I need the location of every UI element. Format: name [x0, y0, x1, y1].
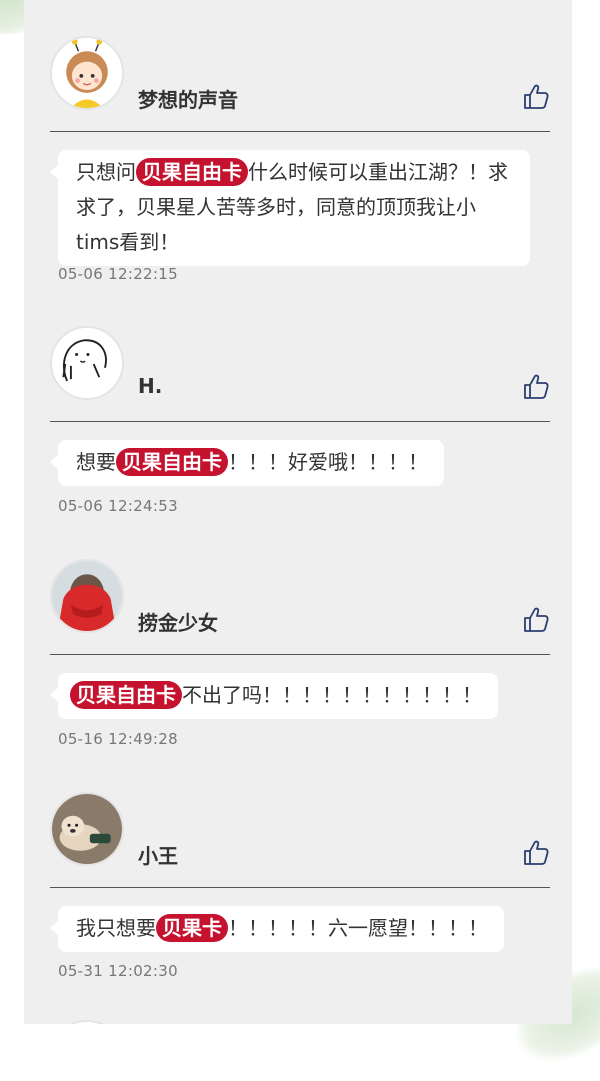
comment-bubble: 想要 贝果自由卡 ！！！好爱哦！！！！	[50, 440, 444, 486]
comment-timestamp: 05-06 12:22:15	[58, 265, 178, 283]
highlight-tag: 贝果自由卡	[116, 448, 228, 476]
username: 捞金少女	[138, 611, 218, 635]
divider	[50, 654, 550, 655]
username: 小王	[138, 844, 178, 868]
cartoon-girl-avatar[interactable]	[50, 36, 124, 110]
comment-item: 梦想的声音 只想问 贝果自由卡 什么时候可以重出江湖？！求求了，贝果星人苦等多时，同…	[24, 0, 572, 283]
comment-bubble: 只想问 贝果自由卡 什么时候可以重出江湖？！求求了，贝果星人苦等多时，同意的顶顶我让…	[50, 150, 530, 266]
highlight-tag: 贝果自由卡	[70, 681, 182, 709]
next-comment-avatar[interactable]	[50, 1020, 124, 1024]
highlight-tag: 贝果卡	[156, 914, 228, 942]
comment-text-before: 想要	[76, 450, 116, 474]
comment-timestamp: 05-16 12:49:28	[58, 730, 178, 748]
comment-item: H. 想要 贝果自由卡 ！！！好爱哦！！！！ 05-06 12:24:53	[24, 290, 572, 523]
comment-text-before: 我只想要	[76, 916, 156, 940]
comment-text-before: 只想问	[76, 160, 136, 184]
username: 梦想的声音	[138, 88, 238, 112]
highlight-tag: 贝果自由卡	[136, 158, 248, 186]
comment-item: 小王 我只想要 贝果卡 ！！！！！六一愿望！！！！ 05-31 12:02:30	[24, 756, 572, 989]
comment-timestamp: 05-06 12:24:53	[58, 497, 178, 515]
red-scarf-photo-avatar[interactable]	[50, 559, 124, 633]
divider	[50, 421, 550, 422]
comment-text-after: 不出了吗！！！！！！！！！！！	[182, 683, 482, 707]
comment-timestamp: 05-31 12:02:30	[58, 962, 178, 980]
divider	[50, 887, 550, 888]
thumbs-up-icon[interactable]	[522, 83, 550, 111]
thumbs-up-icon[interactable]	[522, 839, 550, 867]
divider	[50, 131, 550, 132]
comment-bubble: 贝果自由卡 不出了吗！！！！！！！！！！！	[50, 673, 498, 719]
comment-text-after: ！！！好爱哦！！！！	[228, 450, 428, 474]
doodle-face-avatar[interactable]	[50, 326, 124, 400]
thumbs-up-icon[interactable]	[522, 373, 550, 401]
comment-item: 捞金少女 贝果自由卡 不出了吗！！！！！！！！！！！ 05-16 12:49:28	[24, 523, 572, 756]
dog-photo-avatar[interactable]	[50, 792, 124, 866]
thumbs-up-icon[interactable]	[522, 606, 550, 634]
username: H.	[138, 374, 163, 398]
comment-bubble: 我只想要 贝果卡 ！！！！！六一愿望！！！！	[50, 906, 504, 952]
comment-text-after: ！！！！！六一愿望！！！！	[228, 916, 488, 940]
comments-panel: 梦想的声音 只想问 贝果自由卡 什么时候可以重出江湖？！求求了，贝果星人苦等多时，同…	[24, 0, 572, 1024]
